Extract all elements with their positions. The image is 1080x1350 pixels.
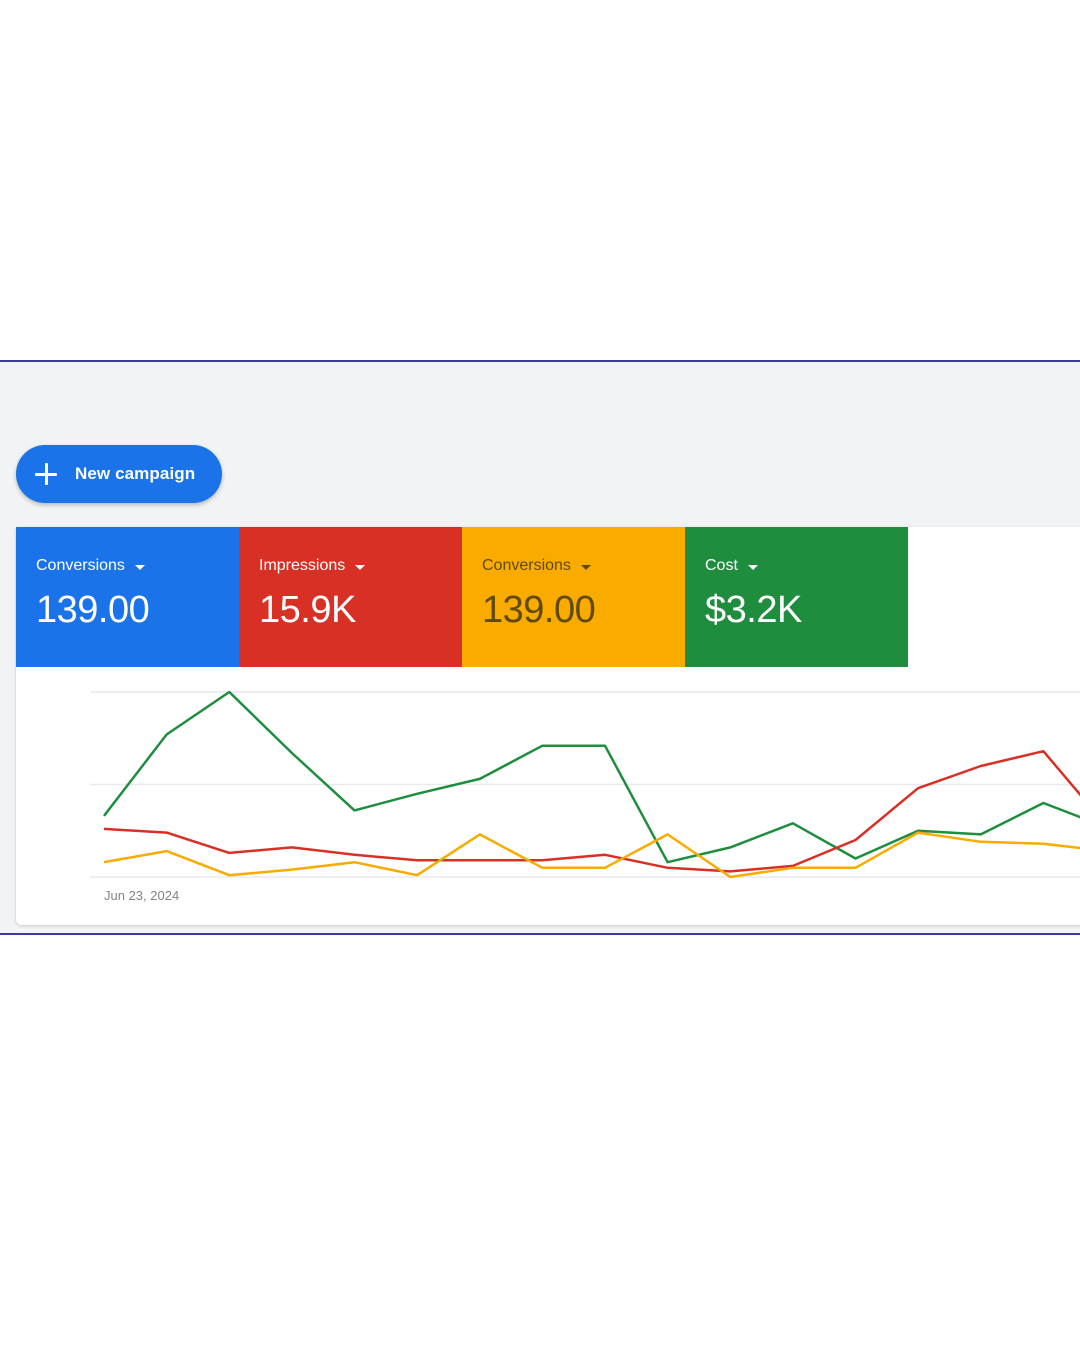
metric-tiles: Conversions 139.00 Impressions 15.9K Con… (16, 527, 908, 667)
metric-value: 139.00 (36, 589, 150, 631)
metric-selector[interactable]: Conversions (36, 557, 239, 575)
metric-tile-cost[interactable]: Cost $3.2K (685, 527, 908, 667)
metric-name: Cost (705, 557, 738, 574)
metric-value: 15.9K (259, 589, 356, 631)
metric-selector[interactable]: Conversions (482, 557, 685, 575)
metric-name: Conversions (482, 557, 571, 574)
plus-icon (35, 463, 57, 485)
metric-tile-conversions-secondary[interactable]: Conversions 139.00 (462, 527, 685, 667)
series-line-0 (103, 690, 1080, 864)
performance-line-chart: Jun 23, 2024 (90, 690, 1080, 903)
new-campaign-label: New campaign (75, 464, 196, 483)
metric-tile-impressions[interactable]: Impressions 15.9K (239, 527, 462, 667)
metric-tile-conversions[interactable]: Conversions 139.00 (16, 527, 239, 667)
metric-name: Impressions (259, 557, 346, 574)
caret-down-icon (580, 564, 591, 570)
new-campaign-button[interactable]: New campaign (16, 445, 222, 503)
caret-down-icon (747, 564, 758, 570)
caret-down-icon (134, 564, 145, 570)
performance-card: Conversions 139.00 Impressions 15.9K Con… (16, 527, 1080, 925)
metric-value: $3.2K (705, 589, 802, 631)
caret-down-icon (355, 564, 366, 570)
dashboard-panel: New campaign Conversions 139.00 Impressi… (0, 360, 1080, 935)
series-line-1 (103, 749, 1080, 873)
metric-name: Conversions (36, 557, 125, 574)
metric-selector[interactable]: Impressions (259, 557, 462, 575)
metric-value: 139.00 (482, 589, 596, 631)
x-axis-start-label: Jun 23, 2024 (104, 888, 179, 903)
metric-selector[interactable]: Cost (705, 557, 908, 575)
